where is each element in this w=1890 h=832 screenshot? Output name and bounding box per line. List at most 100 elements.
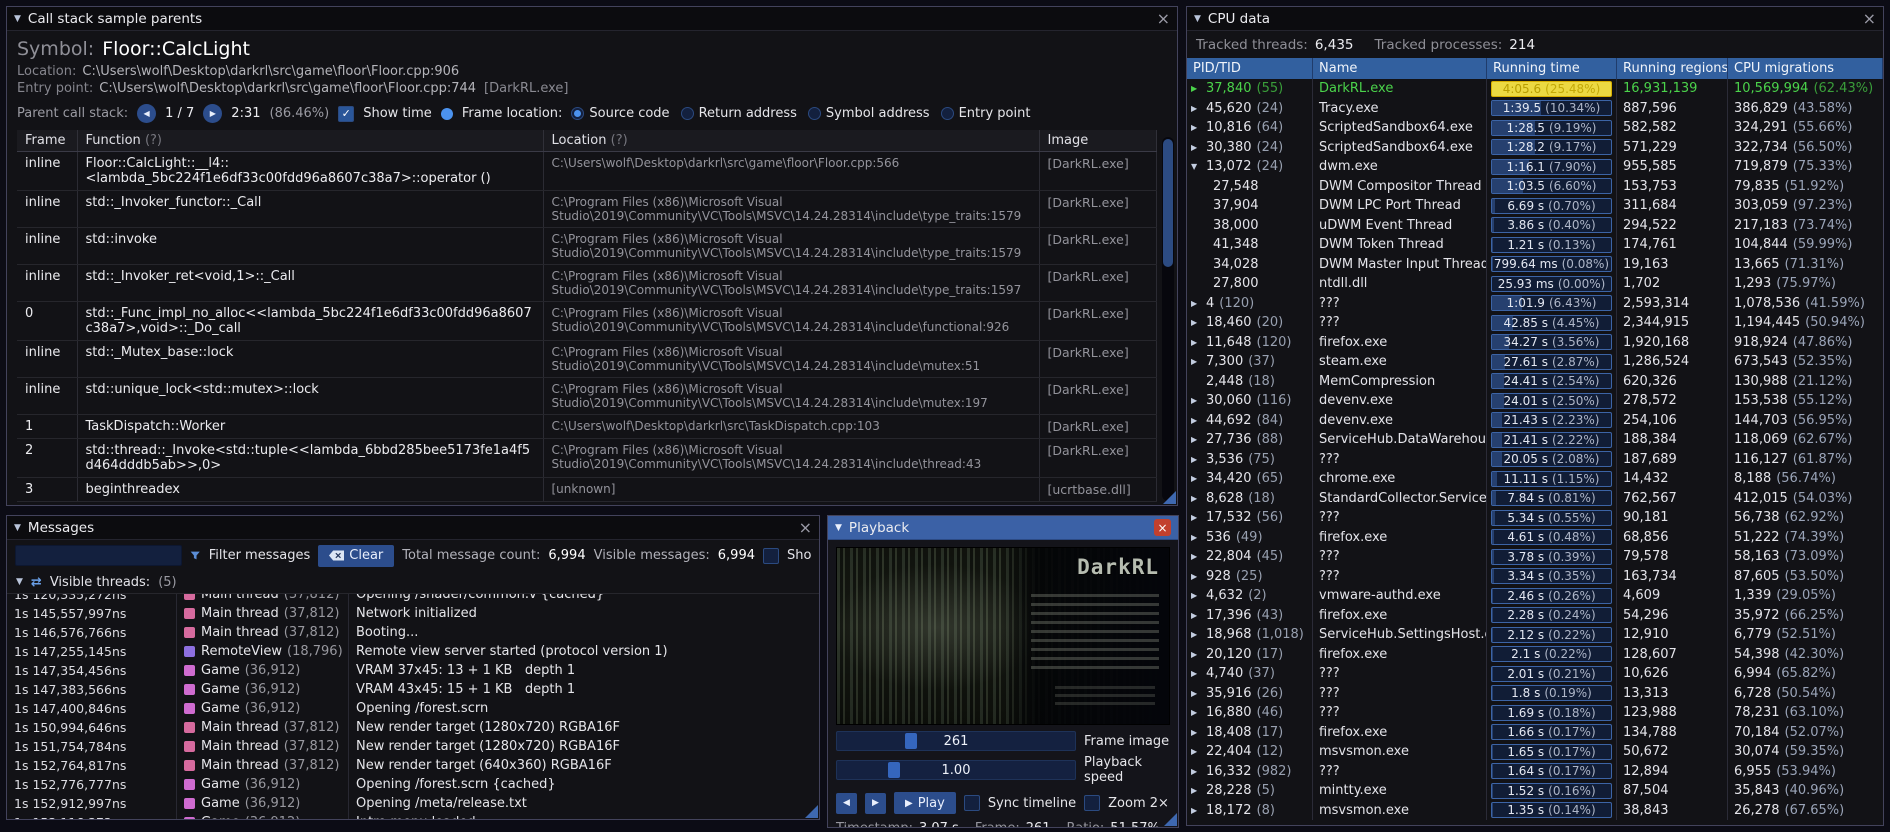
cpu-row[interactable]: 2,448 (18) MemCompression 24.41 s (2.54%) 620… xyxy=(1187,371,1883,391)
column-header-frame[interactable]: Frame xyxy=(17,130,78,152)
cpu-row[interactable]: ▶ 20,120 (17) firefox.exe 2.1 s (0.22%) 128,60… xyxy=(1187,644,1883,664)
chevron-right-icon[interactable]: ▶ xyxy=(1191,533,1206,542)
message-row[interactable]: 1s 147,354,456ns Game (36,912) VRAM 37x45: … xyxy=(7,661,819,680)
cpu-row[interactable]: ▶ 18,968 (1,018) ServiceHub.SettingsHost.ex… xyxy=(1187,625,1883,645)
column-header-running-regions[interactable]: Running regions xyxy=(1617,58,1728,79)
message-row[interactable]: 1s 153,116,372ns Game (36,912) Intro menu l… xyxy=(7,813,819,819)
cpu-row[interactable]: ▶ 34,420 (65) chrome.exe 11.11 s (1.15%) 14,43… xyxy=(1187,469,1883,489)
chevron-right-icon[interactable]: ▶ xyxy=(1191,650,1206,659)
resize-grip[interactable] xyxy=(805,805,818,818)
collapse-arrow-icon[interactable]: ▼ xyxy=(14,14,21,24)
chevron-right-icon[interactable]: ▶ xyxy=(1191,455,1206,464)
cpu-row[interactable]: ▶ 30,380 (24) ScriptedSandbox64.exe 1:28.2 (9… xyxy=(1187,137,1883,157)
message-row[interactable]: 1s 152,912,997ns Game (36,912) Opening /met… xyxy=(7,794,819,813)
cpu-row[interactable]: ▶ 17,396 (43) firefox.exe 2.28 s (0.24%) 54,29… xyxy=(1187,605,1883,625)
cpu-row[interactable]: ▶ 3,536 (75)??? 20.05 s (2.08%) 187,689 116,12… xyxy=(1187,449,1883,469)
chevron-right-icon[interactable]: ▶ xyxy=(1191,299,1206,308)
cpu-row[interactable]: ▶ 22,804 (45)??? 3.78 s (0.39%) 79,578 58,163(… xyxy=(1187,547,1883,567)
step-back-button[interactable]: ◀ xyxy=(836,792,857,814)
callstack-row[interactable]: 2 std::thread::_Invoke<std::tuple<<lambda… xyxy=(17,438,1157,478)
chevron-right-icon[interactable]: ▶ xyxy=(1191,747,1206,756)
cpu-row[interactable]: 37,904 DWM LPC Port Thread 6.69 s (0.70%) 31… xyxy=(1187,196,1883,216)
cpu-row[interactable]: ▶ 18,172 (8) msvsmon.exe 1.35 s (0.14%) 38,843… xyxy=(1187,800,1883,820)
close-icon[interactable]: × xyxy=(1863,10,1876,27)
chevron-right-icon[interactable]: ▶ xyxy=(1191,630,1206,639)
callstack-titlebar[interactable]: ▼ Call stack sample parents × xyxy=(7,7,1177,31)
message-row[interactable]: 1s 146,576,766ns Main thread (37,812) Booti… xyxy=(7,623,819,642)
cpu-row[interactable]: ▶ 28,228 (5) mintty.exe 1.52 s (0.16%) 87,504 3… xyxy=(1187,781,1883,801)
message-row[interactable]: 1s 147,400,846ns Game (36,912) Opening /for… xyxy=(7,699,819,718)
chevron-right-icon[interactable]: ▶ xyxy=(1191,396,1206,405)
cpu-row[interactable]: 41,348 DWM Token Thread 1.21 s (0.13%) 174,7… xyxy=(1187,235,1883,255)
chevron-right-icon[interactable]: ▶ xyxy=(1191,474,1206,483)
cpu-row[interactable]: ▶ 18,460 (20)??? 42.85 s (4.45%) 2,344,915 1,1… xyxy=(1187,313,1883,333)
message-row[interactable]: 1s 147,255,145ns RemoteView (18,796) Remote… xyxy=(7,642,819,661)
frame-location-radio[interactable]: Symbol address xyxy=(807,106,930,121)
prev-parent-button[interactable]: ◀ xyxy=(137,104,157,123)
sync-timeline-checkbox[interactable] xyxy=(963,795,980,811)
cpu-row[interactable]: ▶ 17,532 (56)??? 5.34 s (0.55%) 90,181 56,738(… xyxy=(1187,508,1883,528)
chevron-right-icon[interactable]: ▶ xyxy=(1191,767,1206,776)
callstack-row[interactable]: inline std::_Mutex_base::lock C:\Program F… xyxy=(17,340,1157,378)
callstack-row[interactable]: 3 beginthreadex [unknown] [ucrtbase.dll] xyxy=(17,477,1157,502)
step-forward-button[interactable]: ▶ xyxy=(865,792,886,814)
cpu-row[interactable]: ▶ 37,840 (55) DarkRL.exe 4:05.6 (25.48%) 16,93… xyxy=(1187,79,1883,99)
callstack-row[interactable]: 1 TaskDispatch::Worker C:\Users\wolf\Deskt… xyxy=(17,414,1157,439)
frame-location-radio[interactable]: Entry point xyxy=(940,106,1030,121)
column-header-image[interactable]: Image xyxy=(1039,130,1157,152)
collapse-arrow-icon[interactable]: ▼ xyxy=(1194,14,1201,24)
cpu-row[interactable]: ▶ 4,632 (2) vmware-authd.exe 2.46 s (0.26%) 4,… xyxy=(1187,586,1883,606)
cpu-row[interactable]: ▶ 16,880 (46)??? 1.69 s (0.18%) 123,988 78,231… xyxy=(1187,703,1883,723)
chevron-right-icon[interactable]: ▶ xyxy=(1191,552,1206,561)
collapse-arrow-icon[interactable]: ▼ xyxy=(835,523,842,533)
tree-expand-icon[interactable]: ▼ xyxy=(16,577,23,587)
message-row[interactable]: 1s 145,557,997ns Main thread (37,812) Netwo… xyxy=(7,604,819,623)
zoom-2x-checkbox[interactable] xyxy=(1084,795,1101,811)
message-row[interactable]: 1s 147,383,566ns Game (36,912) VRAM 43x45: … xyxy=(7,680,819,699)
close-icon[interactable]: × xyxy=(799,519,812,536)
resize-grip[interactable] xyxy=(1163,491,1176,504)
cpu-row[interactable]: ▶ 8,628 (18) StandardCollector.Service.e 7.8… xyxy=(1187,488,1883,508)
cpu-row[interactable]: ▶ 35,916 (26)??? 1.8 s (0.19%) 13,313 6,728 (50… xyxy=(1187,683,1883,703)
column-header-name[interactable]: Name xyxy=(1313,58,1487,79)
scrollbar-thumb[interactable] xyxy=(1163,139,1173,267)
cpu-row[interactable]: 27,548 DWM Compositor Thread 1:03.5 (6.60%)… xyxy=(1187,176,1883,196)
next-parent-button[interactable]: ▶ xyxy=(203,104,223,123)
show-callstacks-checkbox[interactable] xyxy=(763,547,779,564)
chevron-right-icon[interactable]: ▶ xyxy=(1191,806,1206,815)
callstack-row[interactable]: inline std::invoke C:\Program Files (x86)\… xyxy=(17,227,1157,265)
cpu-row[interactable]: ▶ 30,060 (116) devenv.exe 24.01 s (2.50%) 278,… xyxy=(1187,391,1883,411)
callstack-row[interactable]: inline std::unique_lock<std::mutex>::lock… xyxy=(17,377,1157,415)
column-header-pid[interactable]: PID/TID xyxy=(1187,58,1313,79)
chevron-right-icon[interactable]: ▶ xyxy=(1191,84,1206,93)
cpu-titlebar[interactable]: ▼ CPU data × xyxy=(1187,7,1883,31)
clear-button[interactable]: Clear xyxy=(318,544,395,567)
cpu-row[interactable]: ▶ 27,736 (88) ServiceHub.DataWarehouse 21.41… xyxy=(1187,430,1883,450)
frame-location-radio[interactable]: Source code xyxy=(571,106,670,121)
scrollbar[interactable] xyxy=(1162,137,1174,501)
cpu-row[interactable]: 34,028 DWM Master Input Thread 799.64 ms (0… xyxy=(1187,254,1883,274)
chevron-right-icon[interactable]: ▶ xyxy=(1191,416,1206,425)
cpu-row[interactable]: ▶ 7,300 (37) steam.exe 27.61 s (2.87%) 1,286,5… xyxy=(1187,352,1883,372)
filter-input[interactable] xyxy=(15,545,183,566)
show-time-checkbox[interactable]: ✓ xyxy=(338,105,355,122)
message-row[interactable]: 1s 150,994,646ns Main thread (37,812) New r… xyxy=(7,718,819,737)
chevron-right-icon[interactable]: ▶ xyxy=(1191,786,1206,795)
close-icon[interactable]: × xyxy=(1154,519,1171,536)
cpu-row[interactable]: ▶ 536 (49) firefox.exe 4.61 s (0.48%) 68,856 51… xyxy=(1187,527,1883,547)
chevron-right-icon[interactable]: ▶ xyxy=(1191,572,1206,581)
cpu-row[interactable]: ▶ 44,692 (84) devenv.exe 21.43 s (2.23%) 254,1… xyxy=(1187,410,1883,430)
cpu-row[interactable]: ▶ 4 (120)??? 1:01.9 (6.43%) 2,593,314 1,078,53… xyxy=(1187,293,1883,313)
collapse-arrow-icon[interactable]: ▼ xyxy=(14,523,21,533)
cpu-row[interactable]: ▶ 22,404 (12) msvsmon.exe 1.65 s (0.17%) 50,67… xyxy=(1187,742,1883,762)
chevron-right-icon[interactable]: ▶ xyxy=(1191,611,1206,620)
chevron-right-icon[interactable]: ▶ xyxy=(1191,728,1206,737)
messages-titlebar[interactable]: ▼ Messages × xyxy=(7,516,819,540)
message-row[interactable]: 1s 152,776,777ns Game (36,912) Opening /for… xyxy=(7,775,819,794)
column-header-running-time[interactable]: Running time xyxy=(1487,58,1617,79)
callstack-row[interactable]: inline std::_Invoker_ret<void,1>::_Call C:… xyxy=(17,264,1157,302)
callstack-row[interactable]: inline std::_Invoker_functor::_Call C:\Pro… xyxy=(17,190,1157,228)
chevron-right-icon[interactable]: ▶ xyxy=(1191,494,1206,503)
playback-speed-slider[interactable]: 1.00 xyxy=(836,760,1076,780)
frame-location-radio[interactable]: Return address xyxy=(680,106,797,121)
